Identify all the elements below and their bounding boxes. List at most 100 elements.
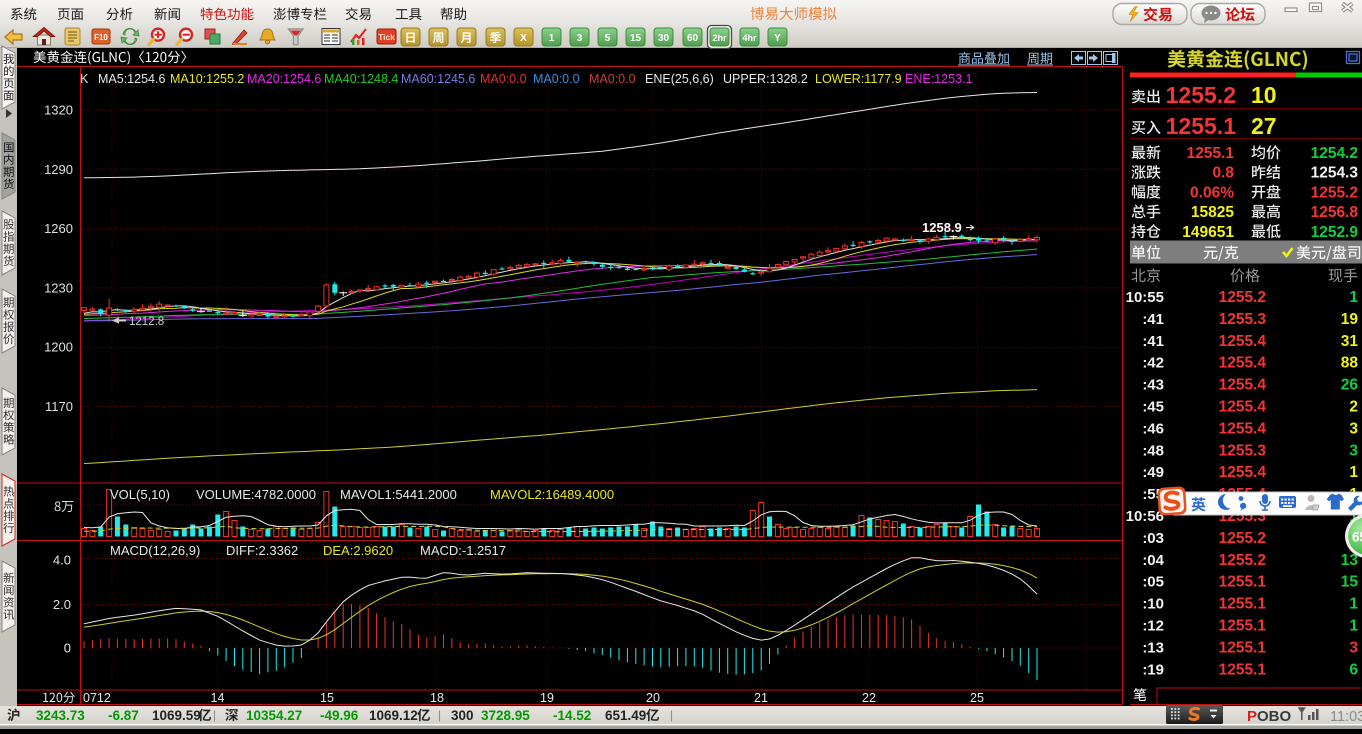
svg-text:0: 0 bbox=[64, 641, 71, 656]
svg-text:X: X bbox=[520, 33, 527, 44]
svg-text:1255.1: 1255.1 bbox=[1219, 574, 1267, 591]
svg-text:26: 26 bbox=[1341, 377, 1359, 394]
svg-text:11:03: 11:03 bbox=[1330, 709, 1362, 725]
svg-text:Y: Y bbox=[774, 33, 781, 44]
svg-text:1255.2: 1255.2 bbox=[1166, 82, 1236, 108]
svg-text:-14.52: -14.52 bbox=[553, 708, 591, 723]
svg-text:19: 19 bbox=[1341, 311, 1359, 328]
svg-text::48: :48 bbox=[1142, 442, 1164, 459]
svg-text::04: :04 bbox=[1142, 552, 1164, 569]
svg-text:15: 15 bbox=[1341, 574, 1359, 591]
svg-text:651.49: 651.49 bbox=[605, 708, 646, 723]
svg-text:1255.2: 1255.2 bbox=[1219, 530, 1266, 547]
svg-text:10: 10 bbox=[1251, 82, 1277, 108]
svg-text:|: | bbox=[213, 708, 216, 722]
svg-text:3: 3 bbox=[577, 33, 583, 44]
svg-text:60: 60 bbox=[687, 33, 699, 44]
svg-text:1: 1 bbox=[1349, 464, 1358, 481]
svg-text:1200: 1200 bbox=[44, 340, 73, 355]
svg-text:P: P bbox=[1247, 708, 1257, 725]
svg-text:5: 5 bbox=[605, 33, 611, 44]
svg-text::49: :49 bbox=[1142, 464, 1164, 481]
svg-text:1212.8: 1212.8 bbox=[129, 316, 164, 328]
svg-text:0.06%: 0.06% bbox=[1190, 184, 1234, 201]
svg-text:3: 3 bbox=[1349, 420, 1358, 437]
svg-text:300: 300 bbox=[451, 708, 474, 723]
svg-text:0712: 0712 bbox=[83, 691, 111, 705]
svg-text::19: :19 bbox=[1142, 661, 1164, 678]
svg-text:1255.1: 1255.1 bbox=[1166, 113, 1237, 139]
svg-text:22: 22 bbox=[862, 691, 876, 705]
svg-text:3: 3 bbox=[1349, 639, 1358, 656]
svg-text:MA0:0.0: MA0:0.0 bbox=[589, 72, 636, 86]
svg-text:1255.2: 1255.2 bbox=[1219, 289, 1266, 306]
svg-text:10:56: 10:56 bbox=[1126, 508, 1164, 525]
svg-text:ENE:1253.1: ENE:1253.1 bbox=[905, 72, 972, 86]
svg-text:10:55: 10:55 bbox=[1126, 289, 1164, 306]
svg-text::45: :45 bbox=[1142, 399, 1164, 416]
svg-text::03: :03 bbox=[1142, 530, 1164, 547]
svg-text:149651: 149651 bbox=[1182, 224, 1234, 241]
svg-text:MA40:1248.4: MA40:1248.4 bbox=[324, 72, 398, 86]
svg-text::42: :42 bbox=[1142, 355, 1164, 372]
svg-text:1255.4: 1255.4 bbox=[1219, 333, 1267, 350]
svg-text:K: K bbox=[80, 72, 89, 86]
svg-text:1: 1 bbox=[1349, 596, 1358, 613]
svg-text:2hr: 2hr bbox=[712, 33, 727, 43]
svg-text:1290: 1290 bbox=[44, 162, 73, 177]
svg-text:MA0:0.0: MA0:0.0 bbox=[533, 72, 580, 86]
svg-text:MACD:-1.2517: MACD:-1.2517 bbox=[420, 543, 506, 558]
svg-text:1255.1: 1255.1 bbox=[1219, 618, 1267, 635]
svg-text:19: 19 bbox=[540, 691, 554, 705]
svg-text::12: :12 bbox=[1142, 618, 1164, 635]
svg-text::10: :10 bbox=[1142, 596, 1164, 613]
svg-text:1255.3: 1255.3 bbox=[1219, 311, 1267, 328]
svg-text:1254.3: 1254.3 bbox=[1311, 165, 1359, 182]
svg-text:20: 20 bbox=[646, 691, 660, 705]
svg-text:1254.2: 1254.2 bbox=[1311, 145, 1358, 162]
svg-text:27: 27 bbox=[1251, 113, 1277, 139]
svg-text:1069.59: 1069.59 bbox=[152, 708, 201, 723]
svg-text:30: 30 bbox=[658, 33, 670, 44]
svg-text:4hr: 4hr bbox=[742, 33, 757, 43]
svg-text:2: 2 bbox=[1349, 399, 1358, 416]
svg-text:25: 25 bbox=[970, 691, 984, 705]
svg-text:MA5:1254.6: MA5:1254.6 bbox=[98, 72, 165, 86]
svg-text:MAVOL2:16489.4000: MAVOL2:16489.4000 bbox=[490, 487, 614, 502]
svg-text:LOWER:1177.9: LOWER:1177.9 bbox=[815, 72, 902, 86]
svg-text:MAVOL1:5441.2000: MAVOL1:5441.2000 bbox=[340, 487, 457, 502]
svg-text:MA0:0.0: MA0:0.0 bbox=[480, 72, 527, 86]
svg-text:1255.2: 1255.2 bbox=[1311, 184, 1358, 201]
svg-text:1230: 1230 bbox=[44, 280, 73, 295]
svg-text:1320: 1320 bbox=[44, 103, 73, 118]
svg-text:6: 6 bbox=[1349, 661, 1358, 678]
svg-text:1: 1 bbox=[549, 33, 555, 44]
svg-text:-6.87: -6.87 bbox=[108, 708, 139, 723]
svg-text:F10: F10 bbox=[94, 33, 108, 42]
svg-text:18: 18 bbox=[430, 691, 444, 705]
svg-text:4.0: 4.0 bbox=[53, 553, 71, 568]
svg-text:1255.1: 1255.1 bbox=[1219, 596, 1267, 613]
svg-text:OBO: OBO bbox=[1257, 708, 1292, 725]
svg-text:1258.9: 1258.9 bbox=[922, 220, 962, 235]
svg-text:31: 31 bbox=[1341, 333, 1359, 350]
svg-text:1256.8: 1256.8 bbox=[1311, 204, 1359, 221]
svg-text:1255.4: 1255.4 bbox=[1219, 420, 1267, 437]
svg-text:DEA:2.9620: DEA:2.9620 bbox=[323, 543, 393, 558]
svg-text:1255.4: 1255.4 bbox=[1219, 464, 1267, 481]
svg-text:1255.2: 1255.2 bbox=[1219, 552, 1266, 569]
svg-text:65: 65 bbox=[1352, 530, 1362, 545]
svg-text:MA20:1254.6: MA20:1254.6 bbox=[247, 72, 321, 86]
svg-text:MACD(12,26,9): MACD(12,26,9) bbox=[110, 543, 200, 558]
svg-text:15825: 15825 bbox=[1191, 204, 1234, 221]
svg-text:2.0: 2.0 bbox=[53, 597, 71, 612]
svg-text:1252.9: 1252.9 bbox=[1311, 224, 1359, 241]
svg-text:-49.96: -49.96 bbox=[320, 708, 359, 723]
svg-text:1260: 1260 bbox=[44, 221, 73, 236]
svg-text:1255.4: 1255.4 bbox=[1219, 399, 1267, 416]
svg-text:1170: 1170 bbox=[45, 399, 73, 414]
svg-text:MA10:1255.2: MA10:1255.2 bbox=[170, 72, 244, 86]
svg-text::46: :46 bbox=[1142, 420, 1164, 437]
svg-text:1255.4: 1255.4 bbox=[1219, 355, 1267, 372]
svg-text:VOLUME:4782.0000: VOLUME:4782.0000 bbox=[196, 487, 316, 502]
